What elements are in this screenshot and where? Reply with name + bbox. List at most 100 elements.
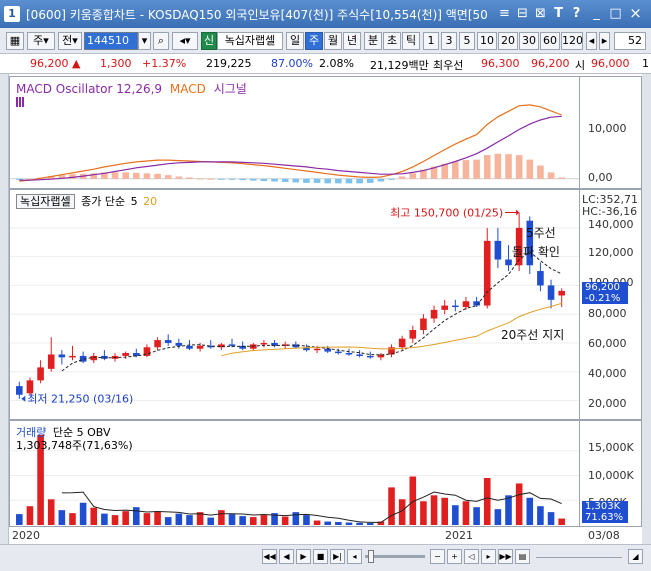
macd-osc-bar: [313, 178, 321, 183]
volume-bar: [452, 505, 459, 525]
code-dropdown-icon[interactable]: ▾: [138, 32, 151, 50]
interval-tick[interactable]: 틱: [402, 32, 420, 50]
candle-body: [505, 259, 512, 266]
macd-osc-bar: [505, 154, 512, 179]
macd-osc-title: MACD Oscillator 12,26,9: [16, 82, 163, 96]
step-60[interactable]: 60: [540, 32, 560, 50]
left-scroll-strip[interactable]: [0, 74, 9, 544]
volume-axis-label: 15,000K: [588, 441, 634, 454]
step-5[interactable]: 5: [459, 32, 475, 50]
stock-name-tag[interactable]: 녹십자랩셀: [16, 194, 75, 209]
play-icon[interactable]: ▶: [296, 549, 311, 564]
volume-bar: [69, 513, 76, 525]
type-select[interactable]: 전▾: [58, 32, 82, 50]
link-icon[interactable]: ⊠: [532, 5, 549, 22]
step-forward-icon[interactable]: ▶|: [330, 549, 345, 564]
stock-code-input[interactable]: 144510: [84, 32, 138, 50]
step-30[interactable]: 30: [519, 32, 539, 50]
help-icon[interactable]: ?: [568, 5, 585, 22]
macd-osc-bar: [441, 163, 448, 179]
volume-bar: [186, 515, 193, 525]
open-price: 96,000: [591, 57, 630, 70]
volume-value: 219,225: [206, 57, 252, 70]
step-10[interactable]: 10: [477, 32, 497, 50]
zoom-reset-icon[interactable]: ◁: [464, 549, 479, 564]
rewind-icon[interactable]: ◀◀: [262, 549, 277, 564]
volume-bar: [483, 478, 491, 525]
stop-icon[interactable]: ■: [313, 549, 328, 564]
macd-line: [19, 104, 562, 182]
signal-line: [19, 115, 562, 181]
prev-icon[interactable]: ◂: [347, 549, 362, 564]
step-1[interactable]: 1: [423, 32, 439, 50]
candle-body: [420, 318, 427, 331]
volume-bar: [154, 511, 161, 525]
macd-axis: 10,000 0,00: [580, 76, 642, 189]
sound-icon[interactable]: ◂▾: [172, 32, 198, 50]
volume-bar: [228, 514, 236, 525]
volume-panel[interactable]: 거래량 단순 5 OBV 1,303,748주(71,63%): [9, 420, 580, 527]
zoom-in-icon[interactable]: +: [447, 549, 462, 564]
right-scroll-strip[interactable]: [642, 74, 651, 544]
indicator-badge[interactable]: 신: [201, 32, 217, 50]
volume-bar: [79, 502, 87, 525]
zoom-slider[interactable]: [365, 555, 425, 558]
volume-bar: [218, 510, 225, 525]
macd-panel[interactable]: MACD Oscillator 12,26,9 MACD 시그널: [9, 76, 580, 189]
interval-week[interactable]: 주: [305, 32, 323, 50]
macd-osc-bar: [239, 178, 246, 181]
macd-osc-bar: [526, 159, 534, 179]
zoom-out-icon[interactable]: −: [430, 549, 445, 564]
macd-osc-bar: [388, 178, 395, 180]
scroll-left-icon[interactable]: ◂: [586, 32, 597, 50]
macd-osc-bar: [249, 178, 257, 181]
step-20[interactable]: 20: [498, 32, 518, 50]
candle-body: [409, 330, 417, 339]
count-input[interactable]: 52: [614, 32, 646, 50]
grid-icon[interactable]: ▦: [6, 32, 24, 50]
settings-icon[interactable]: ◢: [628, 549, 643, 564]
scrollbar-track[interactable]: [536, 557, 622, 558]
text-icon[interactable]: T: [550, 5, 567, 22]
interval-minute[interactable]: 분: [364, 32, 382, 50]
macd-osc-bar: [494, 153, 502, 179]
scroll-right-icon[interactable]: ▸: [599, 32, 610, 50]
menu-icon[interactable]: ≡: [496, 5, 513, 22]
histogram-icon: [16, 97, 24, 107]
macd-osc-bar: [452, 161, 459, 179]
stock-name-field[interactable]: 녹십자랩셀: [217, 32, 283, 50]
price-panel[interactable]: 최고 150,700 (01/25) 최저 21,250 (03/16) 5주선 돌파…: [9, 189, 580, 420]
fullscreen-icon[interactable]: ▤: [515, 549, 530, 564]
candle-body: [186, 345, 193, 349]
interval-month[interactable]: 월: [324, 32, 342, 50]
step-120[interactable]: 120: [561, 32, 583, 50]
next-icon[interactable]: ▸: [481, 549, 496, 564]
interval-second[interactable]: 초: [383, 32, 401, 50]
volume-bar: [345, 522, 353, 525]
end-icon[interactable]: ▶▶: [498, 549, 513, 564]
interval-day[interactable]: 일: [286, 32, 304, 50]
macd-osc-bar: [271, 178, 278, 182]
volume-bar: [26, 506, 34, 525]
zoom-slider-handle[interactable]: [368, 550, 374, 563]
x-axis-label: 03/08: [588, 529, 620, 542]
candle-body: [313, 348, 321, 351]
search-icon[interactable]: ⌕: [153, 32, 169, 50]
macd-osc-bar: [558, 177, 565, 179]
interval-year[interactable]: 년: [343, 32, 361, 50]
price-info-bar: 96,200 ▲ 1,300 +1.37% 219,225 87.00% 2.0…: [0, 54, 651, 74]
volume-bar: [473, 507, 480, 525]
layout-icon[interactable]: ⊟: [514, 5, 531, 22]
macd-osc-bar: [186, 177, 193, 179]
candle-body: [558, 290, 565, 296]
maximize-button[interactable]: □: [607, 5, 624, 22]
candle-body: [335, 351, 342, 354]
volume-bar: [239, 516, 246, 525]
close-button[interactable]: ×: [627, 5, 644, 22]
macd-osc-bar: [537, 165, 544, 179]
volume-bar: [494, 509, 502, 525]
period-select[interactable]: 주▾: [27, 32, 55, 50]
step-3[interactable]: 3: [441, 32, 457, 50]
play-back-icon[interactable]: ◀: [279, 549, 294, 564]
minimize-button[interactable]: _: [588, 5, 605, 22]
